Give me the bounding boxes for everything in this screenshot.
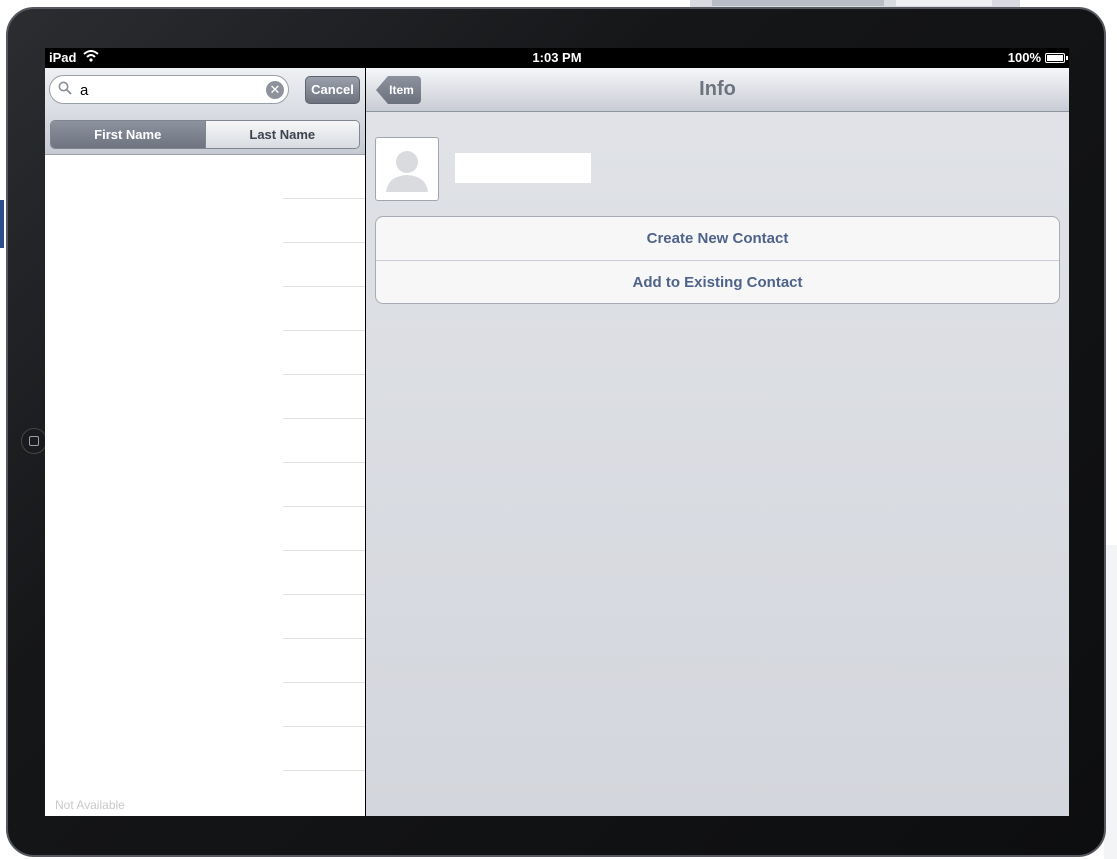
person-silhouette-icon [386,151,428,192]
home-button[interactable] [21,428,47,454]
row-separator [283,462,365,463]
status-bar: iPad 1:03 PM 100% [45,48,1069,68]
cancel-button[interactable]: Cancel [305,76,360,104]
row-separator [283,506,365,507]
row-separator [283,418,365,419]
desktop-background-tab [896,0,992,6]
detail-panel: Item Info Create New Contact Add to Exis… [366,68,1069,816]
status-time: 1:03 PM [532,50,582,65]
clear-search-icon[interactable]: ✕ [266,81,284,99]
contact-name-field [455,153,591,183]
ipad-screen: iPad 1:03 PM 100% ✕ Cancel First Name La… [45,48,1069,816]
contact-photo-placeholder[interactable] [375,137,439,201]
search-field[interactable]: ✕ [49,75,289,104]
scope-last-name[interactable]: Last Name [204,121,359,148]
desktop-background-edge [0,200,4,248]
row-separator [283,770,365,771]
scope-first-name[interactable]: First Name [51,121,205,148]
row-separator [283,726,365,727]
row-separator [283,242,365,243]
row-separator [283,594,365,595]
battery-percentage: 100% [1007,50,1041,65]
search-panel: ✕ Cancel First Name Last Name Not Availa… [45,68,365,816]
navigation-bar: Item Info [366,68,1069,112]
page-title: Info [699,78,736,100]
row-separator [283,198,365,199]
row-separator [283,286,365,287]
row-separator [283,330,365,331]
search-input[interactable] [80,80,260,100]
home-square-icon [29,436,39,446]
row-separator [283,374,365,375]
search-icon [58,81,72,98]
row-separator [283,638,365,639]
desktop-background-tab [712,0,884,6]
results-footer: Not Available [55,798,125,812]
search-bar: ✕ Cancel First Name Last Name [45,68,365,155]
row-separator [283,682,365,683]
add-to-existing-contact-button[interactable]: Add to Existing Contact [376,261,1059,303]
row-separator [283,550,365,551]
search-scope-control: First Name Last Name [50,120,360,149]
contact-action-group: Create New Contact Add to Existing Conta… [375,216,1060,304]
search-results-list: Not Available [45,155,365,816]
battery-icon [1045,53,1068,63]
create-new-contact-button[interactable]: Create New Contact [376,217,1059,261]
